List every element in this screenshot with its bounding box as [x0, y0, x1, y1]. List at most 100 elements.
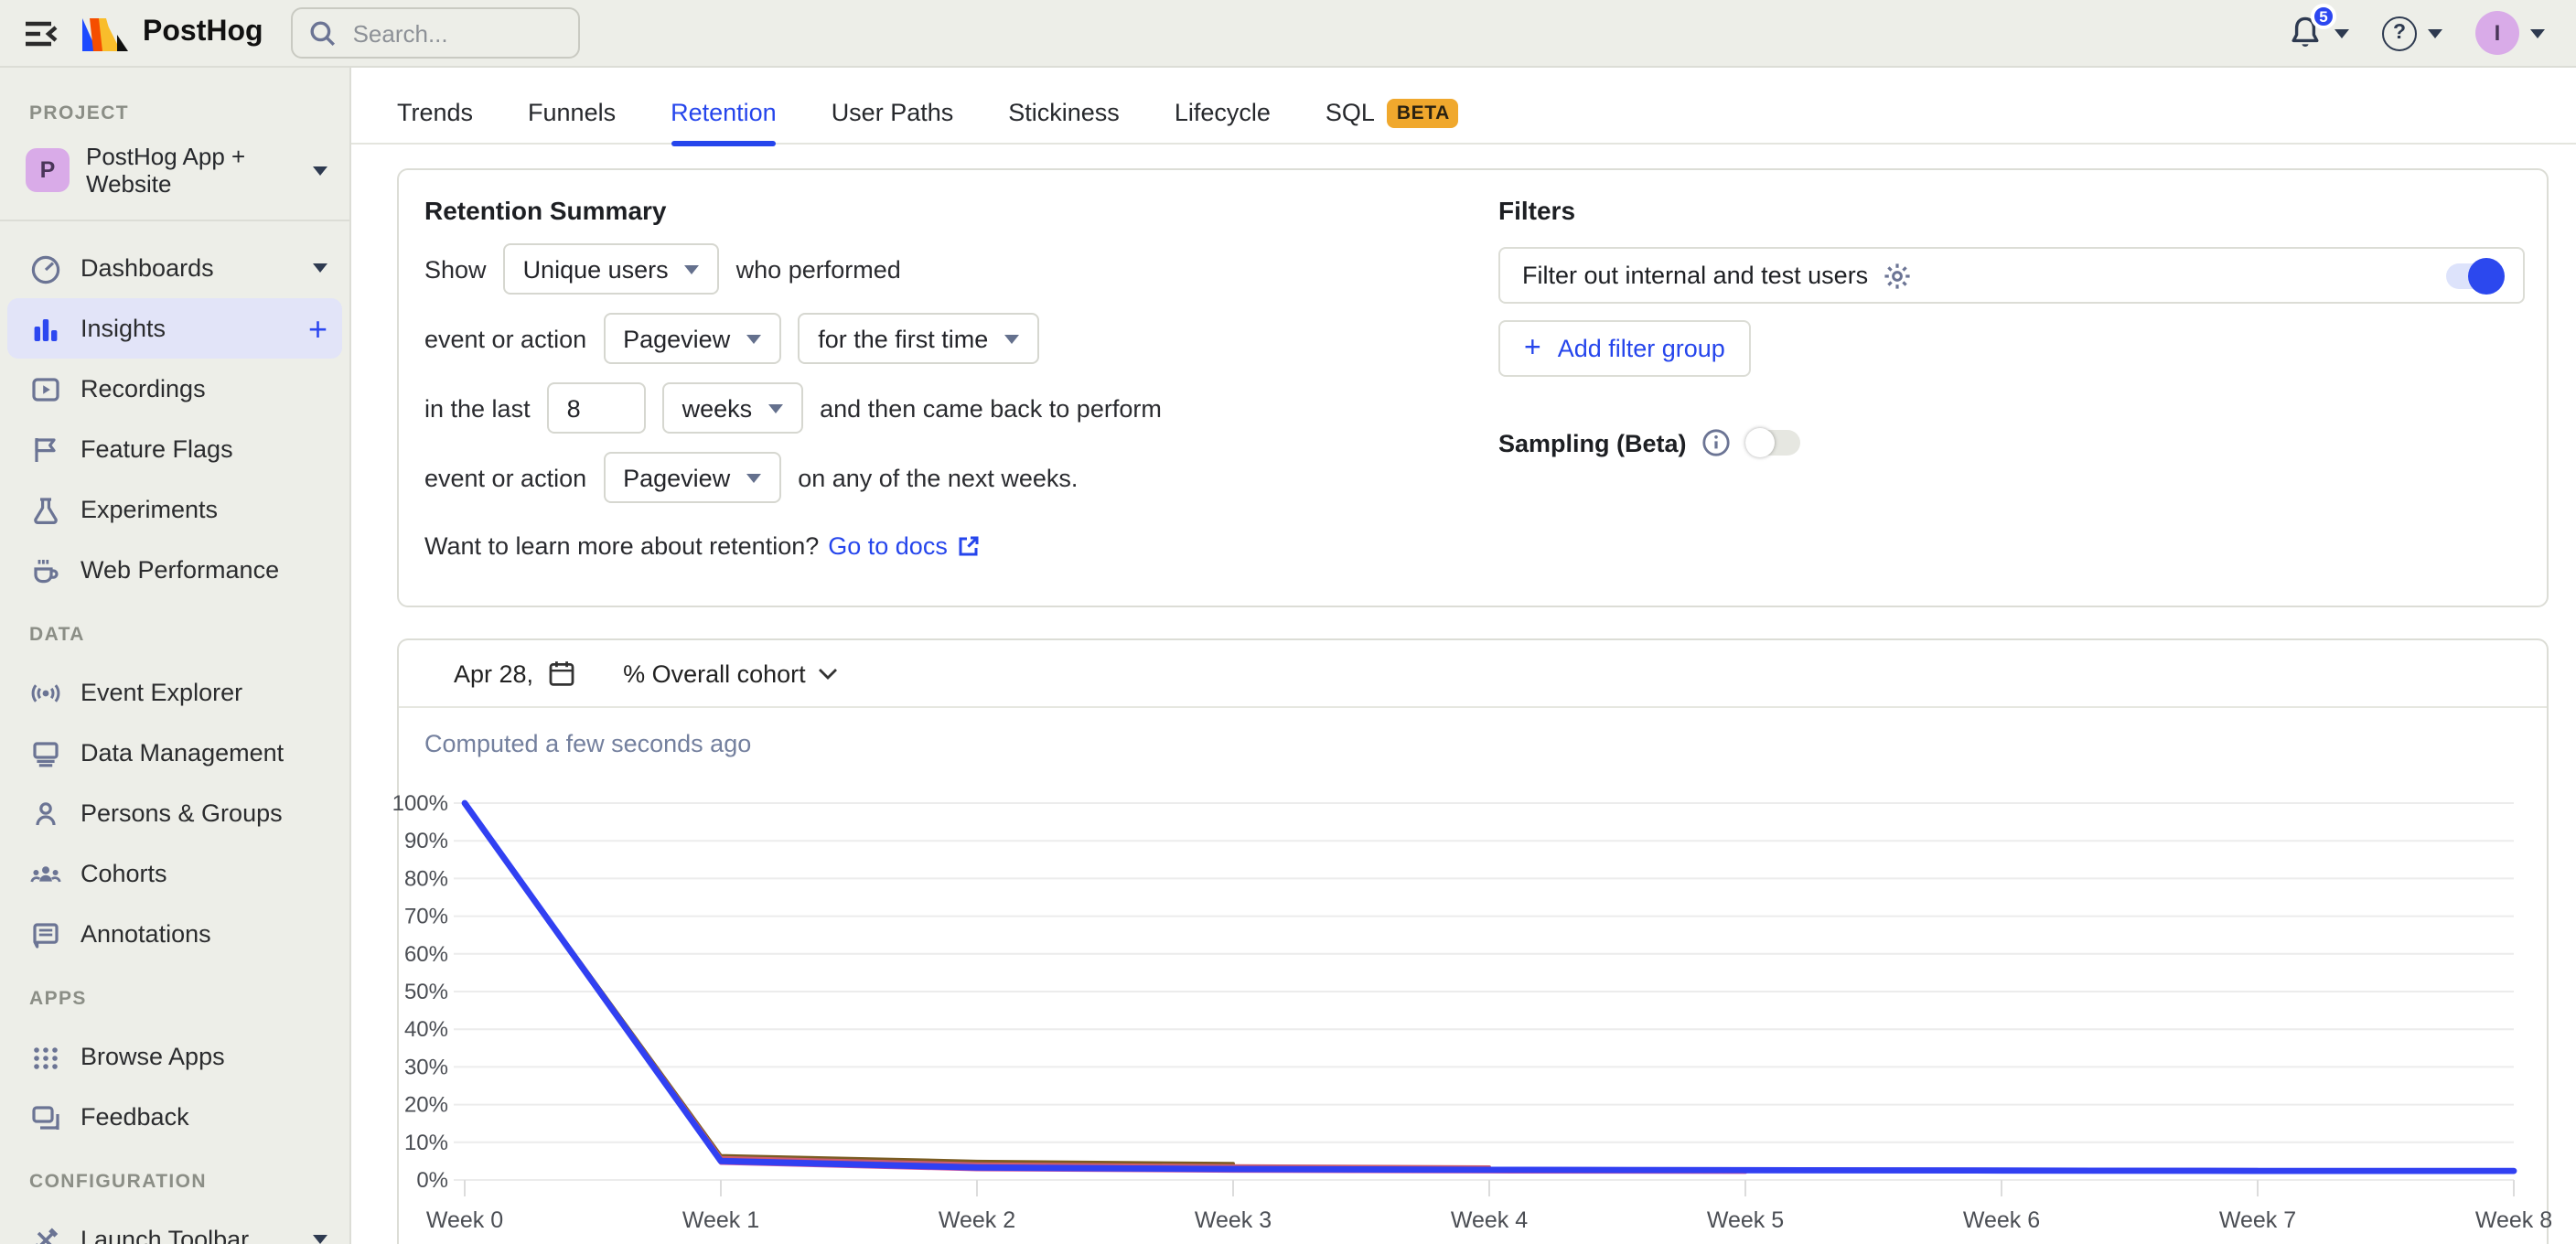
aggregation-value: Unique users [523, 255, 669, 283]
filters-panel: Filters Filter out internal and test use… [1498, 196, 2525, 457]
go-to-docs-link[interactable]: Go to docs [828, 532, 981, 560]
sidebar-item-experiments[interactable]: Experiments [0, 479, 349, 540]
sidebar-item-insights[interactable]: Insights + [7, 298, 342, 359]
sidebar-item-label: Feedback [80, 1103, 327, 1131]
sampling-row: Sampling (Beta) [1498, 428, 2525, 457]
cohort-display-select[interactable]: % Overall cohort [623, 660, 839, 687]
account-menu-button[interactable]: I [2463, 11, 2558, 55]
tab-label: Stickiness [1008, 99, 1120, 126]
people-group-icon [29, 857, 62, 890]
tab-stickiness[interactable]: Stickiness [1008, 81, 1120, 144]
summary-row-period: in the last weeks and then came back to … [424, 382, 1449, 434]
sampling-toggle[interactable] [1745, 430, 1800, 456]
retention-chart-area: 0%10%20%30%40%50%60%70%80%90%100%Week 0W… [399, 783, 2550, 1244]
tab-sql[interactable]: SQL BETA [1326, 81, 1459, 144]
svg-text:40%: 40% [404, 1017, 448, 1042]
summary-row-show: Show Unique users who performed [424, 243, 1449, 295]
insights-icon [29, 312, 62, 345]
sidebar-item-event-explorer[interactable]: Event Explorer [0, 662, 349, 723]
gear-icon[interactable] [1883, 261, 1912, 290]
chevron-down-icon [2530, 28, 2545, 38]
sidebar-item-dashboards[interactable]: Dashboards [0, 238, 349, 298]
show-label: Show [424, 255, 487, 283]
returning-event-select[interactable]: Pageview [603, 452, 781, 503]
collapse-sidebar-button[interactable] [16, 11, 64, 55]
retention-config-card: Retention Summary Show Unique users who … [397, 168, 2549, 607]
flask-icon [29, 493, 62, 526]
event-or-action-label: event or action [424, 325, 586, 352]
period-count-input[interactable] [547, 382, 646, 434]
tab-label: Retention [671, 99, 777, 126]
display-mode-value: % Overall cohort [623, 660, 806, 687]
chevron-down-icon [746, 334, 761, 343]
sidebar-item-label: Recordings [80, 375, 327, 402]
notifications-button[interactable]: 5 [2274, 15, 2362, 51]
summary-row-target-event: event or action Pageview for the first t… [424, 313, 1449, 364]
sidebar-divider [0, 220, 349, 221]
retention-summary-title: Retention Summary [424, 196, 1449, 225]
sidebar-item-data-management[interactable]: Data Management [0, 723, 349, 783]
info-icon[interactable] [1701, 428, 1731, 457]
sidebar-item-persons-groups[interactable]: Persons & Groups [0, 783, 349, 843]
live-events-icon [29, 676, 62, 709]
tab-retention[interactable]: Retention [671, 81, 777, 144]
help-button[interactable]: ? [2369, 16, 2455, 50]
svg-text:80%: 80% [404, 866, 448, 891]
posthog-logo[interactable]: PostHog [80, 14, 263, 52]
sidebar-item-launch-toolbar[interactable]: Launch Toolbar [0, 1209, 349, 1244]
sidebar-item-web-performance[interactable]: Web Performance [0, 540, 349, 600]
chevron-down-icon [313, 1235, 327, 1244]
sidebar-item-feedback[interactable]: Feedback [0, 1087, 349, 1147]
target-event-select[interactable]: Pageview [603, 313, 781, 364]
period-unit-select[interactable]: weeks [662, 382, 804, 434]
date-picker-button[interactable]: Apr 28, [454, 659, 575, 688]
aggregation-select[interactable]: Unique users [503, 243, 720, 295]
project-avatar: P [26, 148, 70, 192]
sidebar-item-annotations[interactable]: Annotations [0, 904, 349, 964]
chevron-down-icon [2428, 28, 2442, 38]
tab-label: Funnels [528, 99, 616, 126]
recordings-icon [29, 372, 62, 405]
monitor-icon [29, 736, 62, 769]
sidebar-item-feature-flags[interactable]: Feature Flags [0, 419, 349, 479]
came-back-label: and then came back to perform [820, 394, 1162, 422]
tab-label: Trends [397, 99, 473, 126]
sidebar-item-label: Data Management [80, 739, 327, 767]
search-input[interactable] [349, 17, 551, 48]
sidebar-item-label: Browse Apps [80, 1043, 327, 1070]
sidebar-item-label: Cohorts [80, 860, 327, 887]
new-insight-button[interactable]: + [308, 312, 327, 345]
tab-funnels[interactable]: Funnels [528, 81, 616, 144]
next-weeks-label: on any of the next weeks. [798, 464, 1078, 491]
internal-users-filter-row: Filter out internal and test users [1498, 247, 2525, 304]
toggle-knob [1745, 428, 1775, 457]
svg-text:Week 1: Week 1 [682, 1207, 759, 1233]
sidebar-item-recordings[interactable]: Recordings [0, 359, 349, 419]
sidebar-item-label: Dashboards [80, 254, 295, 282]
global-search[interactable] [291, 7, 580, 59]
sidebar-item-label: Launch Toolbar [80, 1226, 295, 1244]
first-time-select[interactable]: for the first time [798, 313, 1039, 364]
first-time-value: for the first time [818, 325, 988, 352]
coffee-cup-icon [29, 553, 62, 586]
tab-lifecycle[interactable]: Lifecycle [1175, 81, 1271, 144]
sidebar-section-apps: APPS [29, 988, 320, 1010]
sidebar-section-project: PROJECT [29, 102, 320, 124]
tab-trends[interactable]: Trends [397, 81, 473, 144]
internal-users-toggle[interactable] [2446, 263, 2501, 288]
project-switcher[interactable]: P PostHog App + Website [0, 137, 349, 203]
feedback-chat-icon [29, 1100, 62, 1133]
add-filter-group-button[interactable]: + Add filter group [1498, 320, 1751, 377]
sidebar-item-label: Insights [80, 315, 290, 342]
sidebar-item-cohorts[interactable]: Cohorts [0, 843, 349, 904]
tab-user-paths[interactable]: User Paths [832, 81, 954, 144]
logo-text: PostHog [143, 16, 263, 49]
sidebar-item-browse-apps[interactable]: Browse Apps [0, 1026, 349, 1087]
sidebar-item-label: Web Performance [80, 556, 327, 584]
date-value: Apr 28, [454, 660, 533, 687]
avatar: I [2475, 11, 2519, 55]
svg-text:30%: 30% [404, 1055, 448, 1079]
svg-text:Week 4: Week 4 [1451, 1207, 1528, 1233]
retention-summary: Retention Summary Show Unique users who … [424, 196, 1449, 560]
main-content: Trends Funnels Retention User Paths Stic… [351, 68, 2576, 1244]
